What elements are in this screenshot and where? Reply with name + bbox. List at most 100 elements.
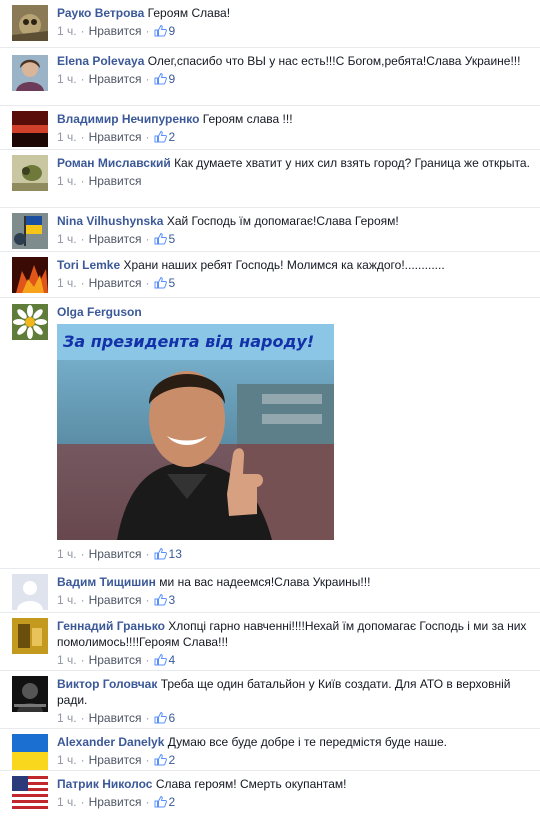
comment-author[interactable]: Olga Ferguson [57,305,142,319]
like-button[interactable]: Нравится [89,547,142,561]
comment-author[interactable]: Виктор Головчак [57,677,157,691]
comment-timestamp[interactable]: 1 ч. [57,276,77,290]
comment-timestamp[interactable]: 1 ч. [57,593,77,607]
avatar-nature-photo [12,155,48,191]
comment-text: Думаю все буде добре і те передмістя буд… [167,735,447,749]
comment: Nina Vilhushynska Хай Господь їм допомаг… [0,208,540,252]
comment-text: Хай Господь їм допомагає!Слава Героям! [166,214,399,228]
comment-author[interactable]: Elena Polevaya [57,54,144,68]
comment-author[interactable]: Патрик Николос [57,777,152,791]
comment-meta: 1 ч. · Нравится · 13 [57,546,532,564]
comment-author[interactable]: Nina Vilhushynska [57,214,163,228]
comment-author[interactable]: Владимир Нечипуренко [57,112,199,126]
avatar[interactable] [12,155,48,191]
avatar-default-silhouette [12,574,48,610]
like-button[interactable]: Нравится [89,593,142,607]
comment: Tori Lemke Храни наших ребят Господь! Мо… [0,252,540,298]
comment-timestamp[interactable]: 1 ч. [57,753,77,767]
avatar[interactable] [12,618,48,654]
comment-timestamp[interactable]: 1 ч. [57,547,77,561]
comment-author[interactable]: Роман Миславский [57,156,171,170]
avatar-portrait-photo [12,55,48,91]
like-count[interactable]: 2 [169,753,176,767]
comment-text: Храни наших ребят Господь! Молимся ка ка… [123,258,445,272]
comment: Alexander Danelyk Думаю все буде добре і… [0,729,540,771]
comment-meta: 1 ч. · Нравится · 6 [57,710,532,728]
avatar[interactable] [12,734,48,770]
avatar-fire-photo [12,257,48,293]
comment-author[interactable]: Вадим Тищишин [57,575,156,589]
avatar[interactable] [12,111,48,147]
like-count[interactable]: 6 [169,711,176,725]
like-button[interactable]: Нравится [89,130,142,144]
comment-meta: 1 ч. · Нравится · 3 [57,592,532,610]
comment: Olga Ferguson За президента від народу! … [0,298,540,569]
like-count[interactable]: 5 [169,232,176,246]
comment: Виктор Головчак Треба ще один батальйон … [0,671,540,729]
like-count[interactable]: 2 [169,795,176,809]
avatar[interactable] [12,5,48,41]
comment: Elena Polevaya Олег,спасибо что ВЫ у нас… [0,48,540,106]
comment-meta: 1 ч. · Нравится · 2 [57,752,532,770]
like-count[interactable]: 3 [169,593,176,607]
comment-timestamp[interactable]: 1 ч. [57,232,77,246]
like-button[interactable]: Нравится [89,24,142,38]
avatar[interactable] [12,676,48,712]
like-button[interactable]: Нравится [89,753,142,767]
comment: Роман Миславский Как думаете хватит у ни… [0,150,540,208]
comment: Владимир Нечипуренко Героям слава !!! 1 … [0,106,540,150]
photo-caption: За президента від народу! [63,332,315,351]
avatar[interactable] [12,776,48,812]
comment-meta: 1 ч. · Нравится · 2 [57,794,532,812]
comment: Вадим Тищишин ми на вас надеемся!Слава У… [0,569,540,613]
avatar[interactable] [12,304,48,340]
like-button[interactable]: Нравится [89,232,142,246]
like-button[interactable]: Нравится [89,174,142,188]
avatar-red-sunset-photo [12,111,48,147]
like-count[interactable]: 4 [169,653,176,667]
comment-timestamp[interactable]: 1 ч. [57,653,77,667]
comment-meta: 1 ч. · Нравится · 4 [57,652,532,670]
like-count[interactable]: 9 [169,72,176,86]
like-button[interactable]: Нравится [89,72,142,86]
comment-meta: 1 ч. · Нравится · 9 [57,71,532,89]
thumbs-up-icon [154,711,167,728]
avatar-gold-photo [12,618,48,654]
thumbs-up-icon [154,547,167,564]
comment-meta: 1 ч. · Нравится · 9 [57,23,532,41]
comment-text: Слава героям! Смерть окупантам! [155,777,347,791]
like-button[interactable]: Нравится [89,795,142,809]
comment-author[interactable]: Alexander Danelyk [57,735,164,749]
comment-timestamp[interactable]: 1 ч. [57,795,77,809]
like-button[interactable]: Нравится [89,653,142,667]
comment-author[interactable]: Tori Lemke [57,258,120,272]
like-count[interactable]: 9 [169,24,176,38]
avatar[interactable] [12,257,48,293]
comment-author[interactable]: Геннадий Гранько [57,619,165,633]
thumbs-up-icon [154,653,167,670]
avatar[interactable] [12,574,48,610]
comment-meta: 1 ч. · Нравится · 5 [57,231,532,249]
comment-timestamp[interactable]: 1 ч. [57,24,77,38]
avatar[interactable] [12,55,48,91]
like-count[interactable]: 5 [169,276,176,290]
comment-timestamp[interactable]: 1 ч. [57,72,77,86]
comment-timestamp[interactable]: 1 ч. [57,174,77,188]
comment-author[interactable]: Рауко Ветрова [57,6,144,20]
comment-text: Героям слава !!! [202,112,293,126]
comment-timestamp[interactable]: 1 ч. [57,130,77,144]
avatar-flag-photo [12,213,48,249]
avatar[interactable] [12,213,48,249]
comment-timestamp[interactable]: 1 ч. [57,711,77,725]
comment-meta: 1 ч. · Нравится [57,174,142,188]
comment-meta: 1 ч. · Нравится · 2 [57,129,532,147]
comment: Патрик Николос Слава героям! Смерть окуп… [0,771,540,815]
like-count[interactable]: 2 [169,130,176,144]
like-button[interactable]: Нравится [89,276,142,290]
like-button[interactable]: Нравится [89,711,142,725]
thumbs-up-icon [154,593,167,610]
thumbs-up-icon [154,130,167,147]
thumbs-up-icon [154,72,167,89]
comment-photo[interactable]: За президента від народу! [57,324,334,540]
like-count[interactable]: 13 [169,547,182,561]
